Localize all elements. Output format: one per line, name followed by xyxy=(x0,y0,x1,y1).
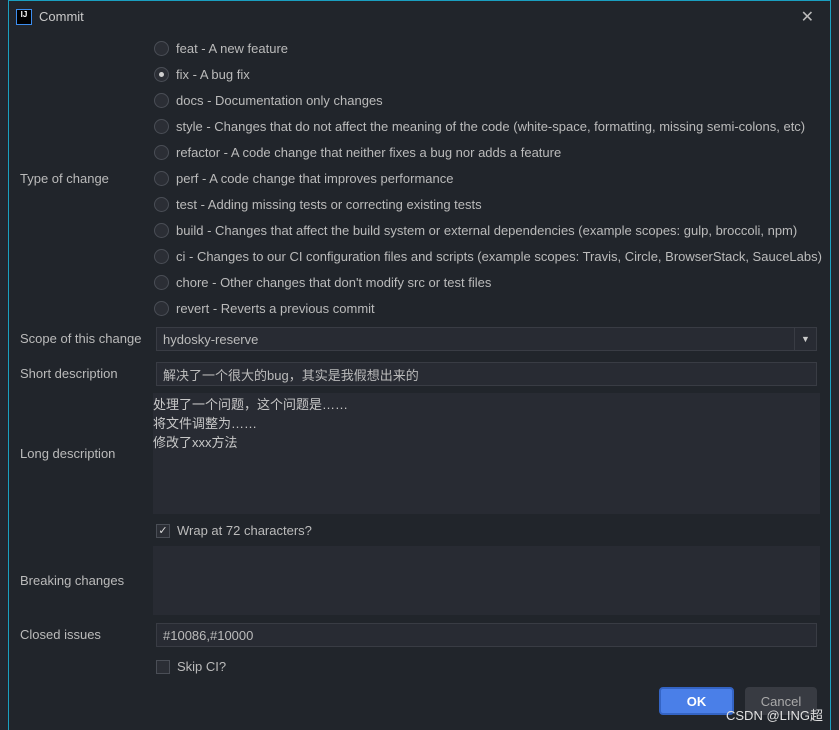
chevron-down-icon[interactable]: ▼ xyxy=(794,328,816,350)
text-line: 处理了一个问题，这个问题是…… xyxy=(153,397,349,412)
radio-option[interactable]: chore - Other changes that don't modify … xyxy=(154,273,491,291)
closed-issues-input[interactable]: #10086,#10000 xyxy=(156,623,817,647)
short-description-input[interactable]: 解决了一个很大的bug，其实是我假想出来的 xyxy=(156,362,817,386)
closed-issues-value: #10086,#10000 xyxy=(163,627,254,643)
wrap-checkbox[interactable]: ✓ Wrap at 72 characters? xyxy=(156,523,312,538)
radio-option[interactable]: feat - A new feature xyxy=(154,39,288,57)
background-ide xyxy=(831,0,839,730)
skip-ci-checkbox[interactable]: Skip CI? xyxy=(156,659,226,674)
radio-option[interactable]: docs - Documentation only changes xyxy=(154,91,383,109)
radio-icon xyxy=(154,196,169,212)
radio-option[interactable]: refactor - A code change that neither fi… xyxy=(154,143,561,161)
radio-icon xyxy=(154,248,169,264)
watermark: CSDN @LING超 xyxy=(726,708,823,723)
background-ide xyxy=(0,0,8,730)
commit-dialog: IJ Commit ✕ feat - A new feature fix - A … xyxy=(8,0,831,730)
breaking-changes-label: Breaking changes xyxy=(20,573,125,588)
short-description-label: Short description xyxy=(20,366,118,381)
breaking-changes-textarea[interactable] xyxy=(153,546,820,615)
radio-label: test - Adding missing tests or correctin… xyxy=(176,196,482,212)
radio-option[interactable]: ci - Changes to our CI configuration fil… xyxy=(154,247,822,265)
radio-label: chore - Other changes that don't modify … xyxy=(176,274,492,290)
wrap-label: Wrap at 72 characters? xyxy=(177,523,312,538)
radio-icon xyxy=(154,222,169,238)
radio-icon xyxy=(154,40,169,56)
radio-option[interactable]: test - Adding missing tests or correctin… xyxy=(154,195,482,213)
radio-label: fix - A bug fix xyxy=(176,66,250,82)
close-icon[interactable]: ✕ xyxy=(801,7,814,27)
radio-label: feat - A new feature xyxy=(176,40,289,56)
radio-label: perf - A code change that improves perfo… xyxy=(176,170,454,186)
short-description-value: 解决了一个很大的bug，其实是我假想出来的 xyxy=(163,367,419,383)
radio-icon xyxy=(154,118,169,134)
dialog-title: Commit xyxy=(39,9,84,24)
radio-icon xyxy=(154,300,169,316)
radio-label: refactor - A code change that neither fi… xyxy=(176,144,562,160)
radio-label: build - Changes that affect the build sy… xyxy=(176,222,798,238)
checkbox-box xyxy=(156,659,170,674)
text-line: 修改了xxx方法 xyxy=(153,435,238,450)
scope-label: Scope of this change xyxy=(20,331,142,346)
radio-option[interactable]: style - Changes that do not affect the m… xyxy=(154,117,805,135)
skip-ci-label: Skip CI? xyxy=(177,659,227,674)
type-of-change-label: Type of change xyxy=(20,171,109,186)
radio-option[interactable]: fix - A bug fix xyxy=(154,65,250,83)
radio-label: style - Changes that do not affect the m… xyxy=(176,118,806,134)
radio-label: revert - Reverts a previous commit xyxy=(176,300,375,316)
check-icon: ✓ xyxy=(156,523,170,538)
radio-icon xyxy=(154,170,169,186)
long-description-textarea[interactable]: 处理了一个问题，这个问题是…… 将文件调整为…… 修改了xxx方法 xyxy=(153,393,820,514)
scope-value: hydosky-reserve xyxy=(163,331,259,347)
closed-issues-label: Closed issues xyxy=(20,627,101,642)
title-bar: IJ Commit xyxy=(9,1,830,32)
radio-icon xyxy=(154,274,169,290)
text-line: 将文件调整为…… xyxy=(153,416,258,431)
radio-label: docs - Documentation only changes xyxy=(176,92,383,108)
radio-icon xyxy=(154,144,169,160)
ok-button[interactable]: OK xyxy=(659,687,734,715)
radio-icon xyxy=(154,92,169,108)
radio-icon xyxy=(154,66,169,82)
long-description-label: Long description xyxy=(20,446,116,461)
radio-label: ci - Changes to our CI configuration fil… xyxy=(176,248,822,264)
scope-select[interactable]: hydosky-reserve ▼ xyxy=(156,327,817,351)
intellij-logo-icon: IJ xyxy=(16,8,32,25)
radio-option[interactable]: build - Changes that affect the build sy… xyxy=(154,221,797,239)
radio-option[interactable]: perf - A code change that improves perfo… xyxy=(154,169,454,187)
radio-option[interactable]: revert - Reverts a previous commit xyxy=(154,299,375,317)
